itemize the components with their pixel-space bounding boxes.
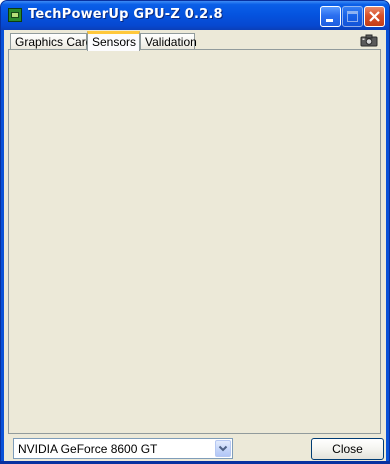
close-window-button[interactable] xyxy=(364,6,385,27)
gpu-select-dropdown-button[interactable] xyxy=(215,440,231,457)
gpu-select[interactable]: NVIDIA GeForce 8600 GT xyxy=(13,438,233,459)
maximize-icon xyxy=(347,11,358,22)
close-icon xyxy=(369,11,380,22)
chevron-down-icon xyxy=(218,445,228,452)
minimize-icon xyxy=(326,19,333,22)
maximize-button[interactable] xyxy=(342,6,363,27)
close-button[interactable]: Close xyxy=(311,438,384,460)
client-area: Graphics Card Sensors Validation NVIDIA … xyxy=(4,30,386,462)
camera-icon[interactable] xyxy=(358,33,380,47)
footer-bar: NVIDIA GeForce 8600 GT Close xyxy=(4,434,386,462)
tab-strip: Graphics Card Sensors Validation xyxy=(4,30,386,51)
gpu-z-app-icon[interactable] xyxy=(8,8,22,22)
gpu-select-value: NVIDIA GeForce 8600 GT xyxy=(18,442,158,456)
tab-sensors[interactable]: Sensors xyxy=(87,31,140,51)
tab-graphics-card[interactable]: Graphics Card xyxy=(10,33,92,50)
title-bar[interactable]: TechPowerUp GPU-Z 0.2.8 xyxy=(1,1,389,30)
minimize-button[interactable] xyxy=(320,6,341,27)
window-title: TechPowerUp GPU-Z 0.2.8 xyxy=(28,7,223,22)
sensors-panel xyxy=(8,49,381,434)
app-window: TechPowerUp GPU-Z 0.2.8 Graphics Card Se… xyxy=(0,0,390,464)
tab-validation[interactable]: Validation xyxy=(140,33,197,50)
